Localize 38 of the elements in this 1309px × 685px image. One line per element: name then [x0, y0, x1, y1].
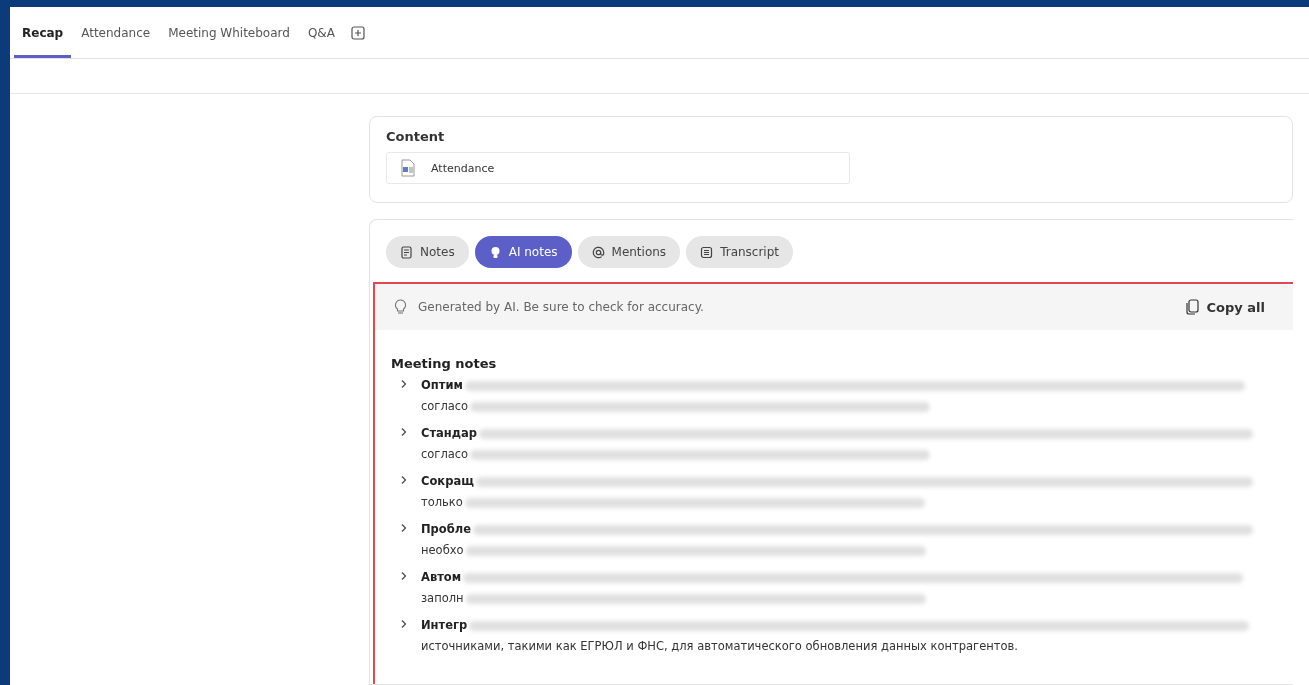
- notes-tab[interactable]: AI notes: [474, 236, 572, 268]
- notes-tab[interactable]: Mentions: [577, 236, 681, 268]
- tab[interactable]: Attendance: [73, 7, 159, 58]
- add-tab-icon[interactable]: [350, 25, 365, 40]
- copy-all-button[interactable]: Copy all: [1179, 298, 1271, 316]
- tab[interactable]: Q&A: [299, 7, 343, 58]
- copy-icon: [1185, 299, 1199, 315]
- chevron-icon[interactable]: [399, 523, 409, 533]
- note-text: источниками, такими как ЕГРЮЛ и ФНС, для автоматического обновления данных контрагентов.: [421, 638, 1018, 655]
- chevron-icon[interactable]: [399, 427, 409, 437]
- chevron-icon[interactable]: [399, 571, 409, 581]
- disclaimer-text: Generated by AI. Be sure to check for accuracy.: [418, 300, 705, 314]
- note-text: необхо: [421, 542, 464, 559]
- transcript-icon: [700, 245, 714, 259]
- note-heading: Автом: [421, 569, 462, 586]
- chevron-icon[interactable]: [399, 379, 409, 389]
- note-text: согласо: [421, 398, 469, 415]
- chevron-icon[interactable]: [399, 619, 409, 629]
- note-text: только: [421, 494, 463, 511]
- notes-tab[interactable]: Transcript: [686, 236, 794, 268]
- notes-tab[interactable]: Notes: [386, 236, 469, 268]
- note-text: заполн: [421, 590, 464, 607]
- file-item[interactable]: Attendance: [386, 152, 850, 184]
- tab[interactable]: Meeting Whiteboard: [160, 7, 298, 58]
- content-title: Content: [386, 129, 446, 144]
- tab[interactable]: Recap: [14, 7, 72, 58]
- section-heading: Meeting notes: [391, 356, 498, 371]
- note-heading: Сокращ: [421, 473, 474, 490]
- at-sign-icon: [591, 245, 605, 259]
- note-icon: [400, 245, 413, 259]
- chevron-icon[interactable]: [399, 475, 409, 485]
- note-text: согласо: [421, 446, 469, 463]
- note-heading: Оптим: [421, 377, 463, 394]
- document-icon: [399, 159, 417, 177]
- lightbulb-icon: [393, 299, 408, 315]
- note-heading: Интегр: [421, 617, 468, 634]
- note-heading: Стандар: [421, 425, 478, 442]
- note-heading: Пробле: [421, 521, 471, 538]
